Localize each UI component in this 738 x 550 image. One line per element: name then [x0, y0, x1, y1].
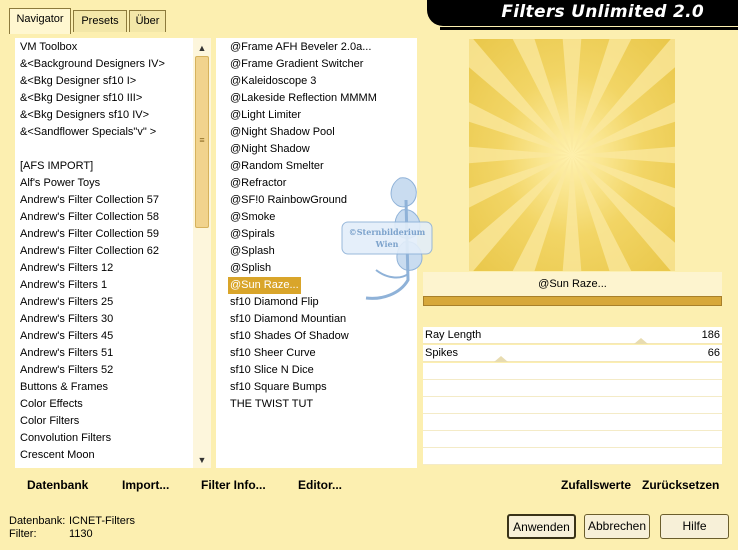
category-item[interactable]: &<Bkg Designers sf10 IV>	[15, 107, 149, 124]
category-item[interactable]	[15, 141, 20, 158]
category-item[interactable]: Andrew's Filters 25	[15, 294, 113, 311]
status-filter-label: Filter:	[9, 528, 37, 540]
category-item[interactable]: Andrew's Filters 45	[15, 328, 113, 345]
category-item[interactable]: Crescent Moon	[15, 447, 95, 464]
tab-ueber[interactable]: Über	[129, 10, 166, 32]
filter-item[interactable]: sf10 Sheer Curve	[228, 345, 318, 362]
ray-length-slider-marker[interactable]	[634, 338, 649, 344]
category-item[interactable]: Alf's Power Toys	[15, 175, 100, 192]
filter-item[interactable]: sf10 Slice N Dice	[228, 362, 316, 379]
category-item[interactable]: VM Toolbox	[15, 39, 77, 56]
filter-item[interactable]: THE TWIST TUT	[228, 396, 315, 413]
title-banner: Filters Unlimited 2.0	[427, 0, 738, 26]
filter-item[interactable]: @Night Shadow Pool	[228, 124, 337, 141]
category-item[interactable]: &<Bkg Designer sf10 I>	[15, 73, 136, 90]
param-value: 186	[701, 329, 720, 341]
param-slot	[423, 380, 722, 397]
tab-navigator[interactable]: Navigator	[9, 8, 71, 34]
filter-item[interactable]: @Light Limiter	[228, 107, 303, 124]
param-slot	[423, 431, 722, 448]
filter-info-button[interactable]: Filter Info...	[201, 477, 266, 493]
filter-preview-image	[469, 39, 675, 271]
category-item[interactable]: Buttons & Frames	[15, 379, 108, 396]
category-item[interactable]: Andrew's Filters 1	[15, 277, 107, 294]
param-label: Ray Length	[425, 329, 482, 341]
param-slot	[423, 363, 722, 380]
filter-item[interactable]: @Sun Raze...	[228, 277, 301, 294]
watermark-text-2: Wien	[375, 239, 399, 249]
spikes-slider-marker[interactable]	[493, 356, 508, 362]
preview-progress-bar	[423, 296, 722, 306]
param-slot	[423, 414, 722, 431]
editor-button[interactable]: Editor...	[298, 477, 342, 493]
param-slot	[423, 448, 722, 465]
zufallswerte-button[interactable]: Zufallswerte	[561, 477, 631, 493]
category-scrollbar[interactable]: ▲ ≡ ▼	[193, 38, 211, 468]
category-item[interactable]: Andrew's Filter Collection 59	[15, 226, 159, 243]
status-filter-value: 1130	[69, 528, 93, 540]
filter-item[interactable]: @Night Shadow	[228, 141, 312, 158]
category-item[interactable]: Andrew's Filter Collection 57	[15, 192, 159, 209]
param-label: Spikes	[425, 347, 459, 359]
filter-item[interactable]: sf10 Shades Of Shadow	[228, 328, 351, 345]
category-item[interactable]: &<Bkg Designer sf10 III>	[15, 90, 142, 107]
filter-item[interactable]: @Kaleidoscope 3	[228, 73, 318, 90]
app-title: Filters Unlimited 2.0	[501, 2, 704, 22]
apply-button[interactable]: Anwenden	[507, 514, 576, 539]
filter-item[interactable]: @Frame Gradient Switcher	[228, 56, 365, 73]
category-item[interactable]: Convolution Filters	[15, 430, 111, 447]
category-item[interactable]: Andrew's Filters 51	[15, 345, 113, 362]
zuruecksetzen-button[interactable]: Zurücksetzen	[642, 477, 719, 493]
filter-item[interactable]: @Spirals	[228, 226, 277, 243]
scroll-up-button[interactable]: ▲	[193, 40, 211, 56]
scroll-down-button[interactable]: ▼	[193, 452, 211, 468]
category-item[interactable]: Andrew's Filters 52	[15, 362, 113, 379]
status-datenbank-label: Datenbank:	[9, 515, 66, 527]
filter-item[interactable]: @Lakeside Reflection MMMM	[228, 90, 379, 107]
filter-item[interactable]: @Refractor	[228, 175, 288, 192]
import-button[interactable]: Import...	[122, 477, 169, 493]
grip-icon: ≡	[199, 135, 205, 145]
filter-item[interactable]: @Random Smelter	[228, 158, 326, 175]
filter-item[interactable]: @Splish	[228, 260, 273, 277]
filter-item[interactable]: @Smoke	[228, 209, 277, 226]
tab-presets[interactable]: Presets	[73, 10, 127, 32]
title-underline	[440, 27, 738, 30]
watermark-text-1: ©Sternbilderium	[349, 227, 426, 237]
status-datenbank-value: ICNET-Filters	[69, 515, 135, 527]
filter-item[interactable]: sf10 Square Bumps	[228, 379, 329, 396]
category-list[interactable]: VM Toolbox &<Background Designers IV> &<Bk…	[15, 38, 194, 468]
filter-item[interactable]: @Frame AFH Beveler 2.0a...	[228, 39, 373, 56]
filter-item[interactable]: @Splash	[228, 243, 277, 260]
datenbank-button[interactable]: Datenbank	[27, 477, 88, 493]
category-item[interactable]: &<Sandflower Specials"v" >	[15, 124, 156, 141]
selected-filter-label: @Sun Raze...	[423, 272, 722, 296]
category-item[interactable]: &<Background Designers IV>	[15, 56, 165, 73]
help-button[interactable]: Hilfe	[660, 514, 729, 539]
category-item[interactable]: Andrew's Filter Collection 58	[15, 209, 159, 226]
category-item[interactable]: Color Effects	[15, 396, 83, 413]
param-value: 66	[707, 347, 720, 359]
category-item[interactable]: Andrew's Filter Collection 62	[15, 243, 159, 260]
param-slot	[423, 397, 722, 414]
filters-unlimited-window: Navigator Presets Über Filters Unlimited…	[0, 0, 738, 550]
cancel-button[interactable]: Abbrechen	[584, 514, 650, 539]
scroll-thumb[interactable]: ≡	[195, 56, 209, 228]
param-ray-length[interactable]: Ray Length 186	[423, 327, 722, 344]
category-item[interactable]: Andrew's Filters 30	[15, 311, 113, 328]
param-spikes[interactable]: Spikes 66	[423, 345, 722, 362]
category-item[interactable]: [AFS IMPORT]	[15, 158, 93, 175]
category-item[interactable]: Color Filters	[15, 413, 79, 430]
filter-item[interactable]: sf10 Diamond Flip	[228, 294, 321, 311]
category-item[interactable]: Andrew's Filters 12	[15, 260, 113, 277]
